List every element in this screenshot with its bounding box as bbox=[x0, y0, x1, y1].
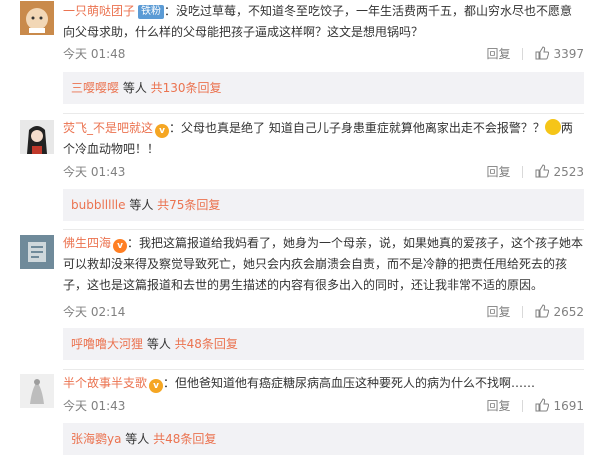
comment-body: 荧飞_不是吧就这 v ：父母也真是绝了 知道自己儿子身患重症就算他离家出走不会报警？… bbox=[63, 118, 584, 160]
comment-meta: 今天 01:48 回复 3397 bbox=[63, 45, 584, 63]
divider bbox=[522, 165, 524, 178]
comment-meta: 今天 02:14 回复 2652 bbox=[63, 303, 584, 321]
avatar[interactable] bbox=[20, 120, 54, 154]
comment-body: 半个故事半支歌 v ：但他爸知道他有癌症糖尿病高血压这种要死人的病为什么不找啊…… bbox=[63, 373, 584, 394]
reply-mid: 等人 bbox=[121, 432, 154, 446]
divider bbox=[522, 399, 524, 412]
comment-list: 一只萌哒团子 铁粉 ：没吃过草莓，不知道冬至吃饺子，一年生活费两千五，都山穷水尽也不… bbox=[0, 0, 600, 462]
like-count: 2523 bbox=[553, 165, 584, 179]
username[interactable]: 荧飞_不是吧就这 bbox=[63, 121, 153, 135]
username[interactable]: 半个故事半支歌 bbox=[63, 376, 147, 390]
comment-meta: 今天 01:43 回复 1691 bbox=[63, 397, 584, 415]
like-button[interactable]: 2523 bbox=[535, 164, 584, 179]
reply-mid: 等人 bbox=[125, 198, 158, 212]
reply-user-link[interactable]: 三嘤嘤嘤 bbox=[71, 81, 119, 95]
comment-text: 但他爸知道他有癌症糖尿病高血压这种要死人的病为什么不找啊…… bbox=[175, 376, 536, 390]
divider bbox=[63, 369, 584, 370]
reply-summary: 呼噜噜大河狸 等人 共48条回复 bbox=[63, 328, 584, 360]
like-count: 3397 bbox=[553, 47, 584, 61]
reply-button[interactable]: 回复 bbox=[486, 303, 510, 320]
comment-body: 佛生四海 v ：我把这篇报道给我妈看了，她身为一个母亲，说，如果她真的爱孩子，这个孩… bbox=[63, 233, 584, 296]
reply-button[interactable]: 回复 bbox=[486, 397, 510, 414]
like-count: 2652 bbox=[553, 305, 584, 319]
avatar[interactable] bbox=[20, 235, 54, 269]
like-button[interactable]: 2652 bbox=[535, 304, 584, 319]
thumbs-up-icon bbox=[535, 304, 550, 318]
reply-button[interactable]: 回复 bbox=[486, 45, 510, 62]
divider bbox=[522, 305, 524, 318]
like-button[interactable]: 3397 bbox=[535, 46, 584, 61]
smile-emoji-icon bbox=[544, 119, 561, 135]
thumbs-up-icon bbox=[535, 46, 550, 60]
reply-count-link[interactable]: 共130条回复 bbox=[151, 81, 222, 95]
timestamp: 今天 01:48 bbox=[63, 47, 126, 61]
vip-icon: v bbox=[113, 239, 128, 253]
divider bbox=[522, 47, 524, 60]
avatar[interactable] bbox=[20, 1, 54, 35]
vip-icon: v bbox=[155, 124, 170, 138]
colon: ： bbox=[164, 4, 177, 18]
colon: ： bbox=[127, 236, 140, 250]
thumbs-up-icon bbox=[535, 164, 550, 178]
comment-body: 一只萌哒团子 铁粉 ：没吃过草莓，不知道冬至吃饺子，一年生活费两千五，都山穷水尽也不… bbox=[63, 1, 584, 43]
comment-text: 父母也真是绝了 知道自己儿子身患重症就算他离家出走不会报警？？ bbox=[181, 121, 545, 135]
fan-badge: 铁粉 bbox=[138, 5, 165, 19]
like-count: 1691 bbox=[553, 399, 584, 413]
avatar[interactable] bbox=[20, 374, 54, 408]
thumbs-up-icon bbox=[535, 398, 550, 412]
username[interactable]: 佛生四海 bbox=[63, 236, 111, 250]
reply-summary: bubbllllle 等人 共75条回复 bbox=[63, 189, 584, 221]
reply-count-link[interactable]: 共48条回复 bbox=[153, 432, 216, 446]
comment-meta: 今天 01:43 回复 2523 bbox=[63, 163, 584, 181]
reply-count-link[interactable]: 共48条回复 bbox=[175, 337, 238, 351]
like-button[interactable]: 1691 bbox=[535, 398, 584, 413]
reply-summary: 张海鹦ya 等人 共48条回复 bbox=[63, 423, 584, 455]
timestamp: 今天 01:43 bbox=[63, 399, 126, 413]
reply-mid: 等人 bbox=[119, 81, 151, 95]
divider bbox=[63, 229, 584, 230]
colon: ： bbox=[169, 121, 182, 135]
username[interactable]: 一只萌哒团子 bbox=[63, 4, 135, 18]
reply-summary: 三嘤嘤嘤 等人 共130条回复 bbox=[63, 72, 584, 104]
divider bbox=[63, 113, 584, 114]
timestamp: 今天 01:43 bbox=[63, 165, 126, 179]
vip-icon: v bbox=[149, 379, 164, 393]
reply-user-link[interactable]: 呼噜噜大河狸 bbox=[71, 337, 143, 351]
reply-mid: 等人 bbox=[143, 337, 175, 351]
reply-count-link[interactable]: 共75条回复 bbox=[157, 198, 220, 212]
comment-text: 我把这篇报道给我妈看了，她身为一个母亲，说，如果她真的爱孩子，这个孩子她本可以救… bbox=[63, 236, 584, 292]
reply-user-link[interactable]: 张海鹦ya bbox=[71, 432, 121, 446]
colon: ： bbox=[163, 376, 176, 390]
reply-button[interactable]: 回复 bbox=[486, 163, 510, 180]
timestamp: 今天 02:14 bbox=[63, 305, 126, 319]
reply-user-link[interactable]: bubbllllle bbox=[71, 198, 126, 212]
